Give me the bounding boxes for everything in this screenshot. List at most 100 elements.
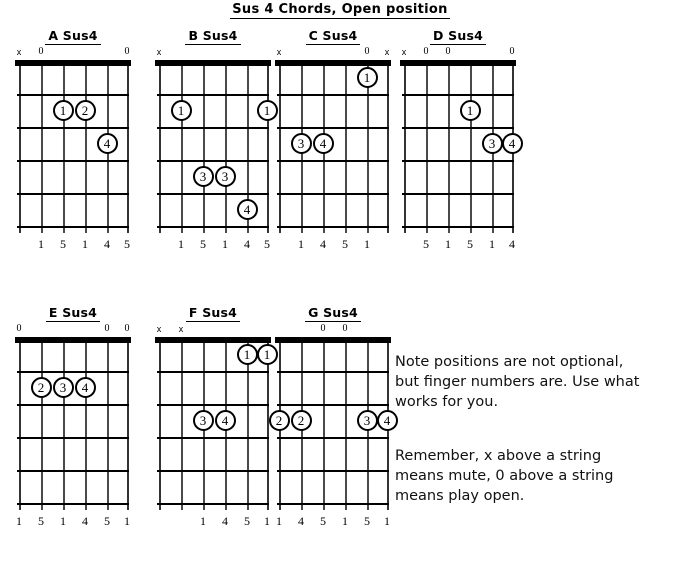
fret-line-2 [277,404,389,406]
open-string-marker-icon-string-4: 0 [342,323,348,334]
string-line-4 [470,60,472,233]
fret-line-4 [157,470,269,472]
finger-dot-string-2-fret-2: 1 [170,99,192,121]
fret-line-3 [402,160,514,162]
interval-label-string-4: 4 [222,514,228,528]
chord-name-c-sus4: C Sus4 [268,28,398,45]
fret-line-3 [157,160,269,162]
fretboard-grid-g-sus4: 22 34 [268,337,398,510]
interval-label-string-5: 5 [104,514,110,528]
open-string-marker-icon-string-2: 0 [423,46,429,57]
interval-label-string-5: 4 [104,237,110,251]
fret-line-2 [402,127,514,129]
open-string-marker-icon-string-6: 0 [124,323,130,334]
nut-bar [275,60,391,66]
open-mute-markers-f-sus4: xx [148,323,278,337]
string-line-1 [279,60,281,233]
interval-labels-f-sus4: 1451 [148,514,278,532]
open-string-marker-icon-string-5: 0 [104,323,110,334]
interval-label-string-5: 5 [364,514,370,528]
string-line-6 [127,337,129,510]
open-mute-markers-g-sus4: 00 [268,323,398,337]
chord-diagram-f-sus4: F Sus4 x x 1 1 3 4 1 4 5 1 [148,305,278,532]
finger-dot-string-3-fret-3: 4 [312,132,334,154]
fret-line-1 [157,94,269,96]
fret-line-2 [17,127,129,129]
mute-marker-icon-string-1: x [156,324,162,334]
interval-label-string-4: 1 [222,237,228,251]
interval-label-string-2: 1 [298,237,304,251]
string-line-3 [63,60,65,233]
finger-dot-string-5-fret-3: 4 [96,132,118,154]
note-line: works for you. [395,394,499,410]
string-line-2 [181,60,183,233]
open-string-marker-icon-string-2: 0 [38,46,44,57]
interval-label-string-3: 5 [200,237,206,251]
finger-dot-string-4-fret-4: 3 [214,165,236,187]
fret-line-4 [402,193,514,195]
nut-bar [15,337,131,343]
interval-label-string-1: 1 [16,514,22,528]
nut-bar [275,337,391,343]
finger-dot-string-5-fret-1: 1 [236,343,258,365]
interval-label-string-3: 1 [60,514,66,528]
chord-name-label: B Sus4 [185,28,241,45]
mute-marker-icon-string-1: x [156,47,162,57]
note-text-block-2: Remember, x above a string means mute, 0 … [395,446,650,506]
open-mute-markers-c-sus4: x 0 x [268,46,398,60]
interval-label-string-4: 4 [82,514,88,528]
chord-diagram-g-sus4: G Sus4 0 0 2 2 3 4 1 4 5 1 5 1 [268,305,398,532]
fretboard-grid-c-sus4: 1 34 [275,60,391,233]
fret-line-1 [277,94,389,96]
chord-diagram-c-sus4: C Sus4 x 0 x 1 3 4 1 4 5 1 [268,28,398,255]
fret-line-2 [157,127,269,129]
fretboard-grid-d-sus4: 134 [400,60,523,233]
chord-name-b-sus4: B Sus4 [148,28,278,45]
finger-dot-string-3-fret-2: 1 [52,99,74,121]
string-line-4 [85,337,87,510]
interval-label-string-3: 1 [445,237,451,251]
fret-line-3 [277,437,389,439]
interval-labels-a-sus4: 15145 [8,237,138,255]
finger-dot-string-4-fret-2: 1 [459,99,481,121]
interval-label-string-3: 4 [320,237,326,251]
interval-label-string-5: 4 [244,237,250,251]
string-line-3 [323,337,325,510]
string-line-1 [159,337,161,510]
fret-line-2 [277,127,389,129]
finger-dot-string-2-fret-3: 3 [290,132,312,154]
chord-name-e-sus4: E Sus4 [8,305,138,322]
fret-line-4 [17,470,129,472]
finger-dot-string-3-fret-3: 3 [192,409,214,431]
fret-line-5 [157,503,269,505]
interval-label-string-2: 5 [38,514,44,528]
interval-label-string-5: 1 [489,237,495,251]
note-line: Note positions are not optional, [395,354,624,370]
chord-name-g-sus4: G Sus4 [268,305,398,322]
finger-dot-string-6-fret-3: 4 [501,132,523,154]
fret-line-5 [277,503,389,505]
interval-label-string-2: 4 [298,514,304,528]
finger-dot-string-1-fret-3: 2 [268,409,290,431]
chord-name-f-sus4: F Sus4 [148,305,278,322]
chord-name-label: C Sus4 [305,28,361,45]
fret-line-3 [17,160,129,162]
note-text-block-1: Note positions are not optional, but fing… [395,352,650,412]
string-line-4 [225,60,227,233]
note-line: means play open. [395,488,525,504]
finger-dot-string-5-fret-3: 3 [481,132,503,154]
string-line-4 [345,337,347,510]
interval-label-string-3: 5 [60,237,66,251]
mute-marker-icon-string-2: x [178,324,184,334]
open-string-marker-icon-string-6: 0 [509,46,515,57]
fret-line-4 [277,470,389,472]
interval-label-string-4: 1 [82,237,88,251]
open-mute-markers-d-sus4: x 0 0 0 [393,46,523,60]
string-line-3 [448,60,450,233]
page-title-text: Sus 4 Chords, Open position [230,2,450,19]
string-line-1 [19,60,21,233]
chord-name-label: F Sus4 [185,305,241,322]
note-line: Remember, x above a string [395,448,602,464]
interval-label-string-3: 5 [320,514,326,528]
open-mute-markers-b-sus4: x [148,46,278,60]
